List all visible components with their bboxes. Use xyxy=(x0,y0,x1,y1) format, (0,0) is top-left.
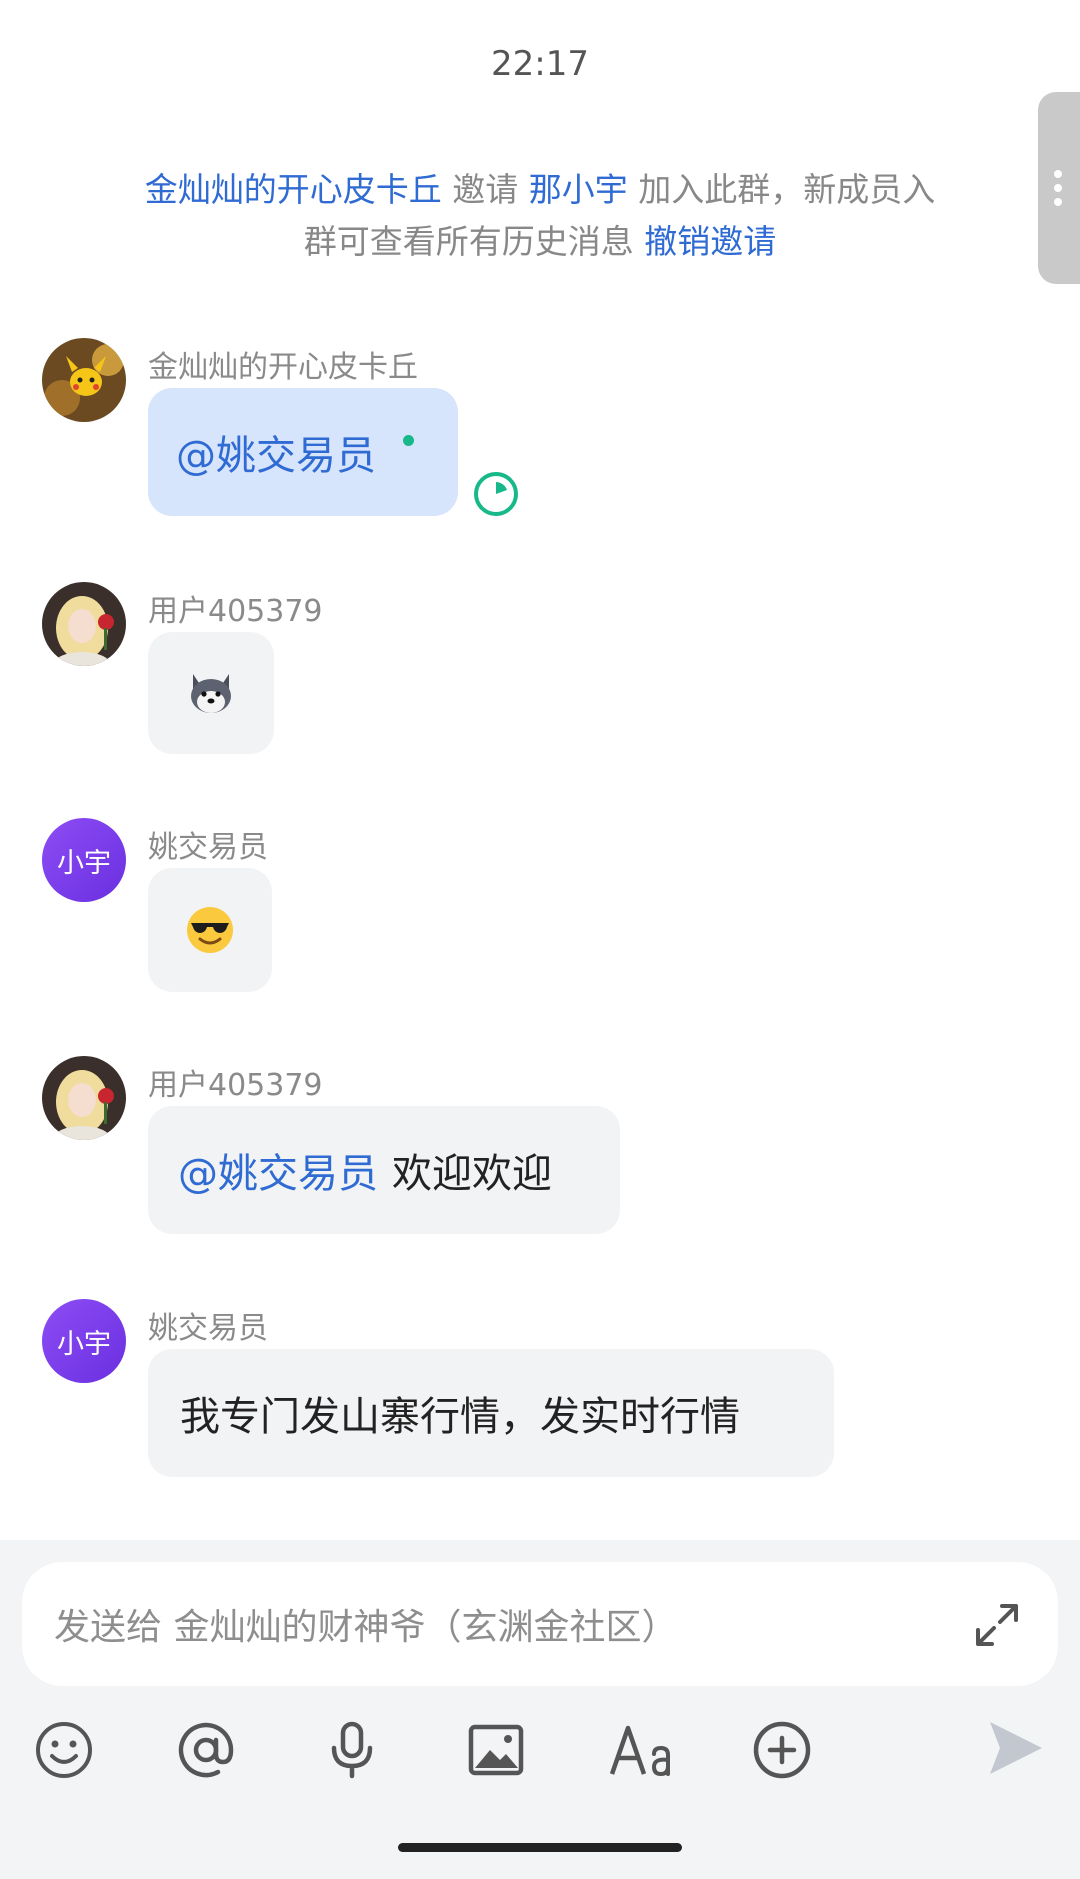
user-avatar[interactable]: 小宇 xyxy=(42,818,126,902)
input-placeholder: 发送给 金灿灿的财神爷（玄渊金社区） xyxy=(54,1607,678,1648)
message-bubble[interactable]: @姚交易员 xyxy=(148,388,458,516)
sender-name: 金灿灿的开心皮卡丘 xyxy=(148,350,418,385)
sender-name: 姚交易员 xyxy=(148,1311,268,1346)
message-bubble[interactable]: 我专门发山寨行情，发实时行情 xyxy=(148,1349,834,1477)
girl-rose-avatar[interactable] xyxy=(42,1056,126,1140)
sunglasses-emoji-icon xyxy=(187,907,233,953)
font-icon[interactable] xyxy=(606,1720,676,1780)
emoji-icon[interactable] xyxy=(34,1720,94,1780)
send-icon[interactable] xyxy=(986,1718,1046,1778)
unread-status-dot xyxy=(403,435,414,446)
sticker-bubble[interactable] xyxy=(148,868,272,992)
home-indicator[interactable] xyxy=(398,1843,682,1852)
inviter-link[interactable]: 金灿灿的开心皮卡丘 xyxy=(145,170,442,209)
girl-rose-avatar[interactable] xyxy=(42,582,126,666)
composer-panel: 发送给 金灿灿的财神爷（玄渊金社区） xyxy=(0,1540,1080,1879)
message-input[interactable]: 发送给 金灿灿的财神爷（玄渊金社区） xyxy=(22,1562,1058,1686)
sending-clock-icon xyxy=(474,472,518,516)
invitee-link[interactable]: 那小宇 xyxy=(529,170,628,209)
invite-text-1: 加入此群，新成员入 xyxy=(638,170,936,209)
microphone-icon[interactable] xyxy=(322,1720,382,1780)
system-invite-notice: 金灿灿的开心皮卡丘 邀请 那小宇 加入此群，新成员入 群可查看所有历史消息 撤销… xyxy=(100,164,980,268)
at-icon[interactable] xyxy=(176,1720,236,1780)
message-text: 我专门发山寨行情，发实时行情 xyxy=(180,1394,740,1440)
image-icon[interactable] xyxy=(466,1720,526,1780)
message-text: 欢迎欢迎 xyxy=(392,1151,552,1197)
pikachu-avatar[interactable] xyxy=(42,338,126,422)
plus-icon[interactable] xyxy=(752,1720,812,1780)
sender-name: 姚交易员 xyxy=(148,830,268,865)
revoke-invite-link[interactable]: 撤销邀请 xyxy=(644,222,776,261)
sticker-bubble[interactable] xyxy=(148,632,274,754)
more-dot-icon xyxy=(1054,184,1062,192)
invite-word: 邀请 xyxy=(452,170,519,209)
message-time: 22:17 xyxy=(491,44,589,84)
more-dot-icon xyxy=(1054,198,1062,206)
invite-text-2: 群可查看所有历史消息 xyxy=(303,222,634,261)
sender-name: 用户405379 xyxy=(148,594,323,629)
more-dot-icon xyxy=(1054,170,1062,178)
husky-dog-emoji-icon xyxy=(191,674,231,713)
side-menu-handle[interactable] xyxy=(1038,92,1080,284)
message-bubble[interactable]: @姚交易员 欢迎欢迎 xyxy=(148,1106,620,1234)
mention-link[interactable]: @姚交易员 xyxy=(178,1141,378,1199)
sender-name: 用户405379 xyxy=(148,1068,323,1103)
mention-link[interactable]: @姚交易员 xyxy=(176,423,376,481)
expand-icon[interactable] xyxy=(972,1600,1022,1650)
user-avatar[interactable]: 小宇 xyxy=(42,1299,126,1383)
